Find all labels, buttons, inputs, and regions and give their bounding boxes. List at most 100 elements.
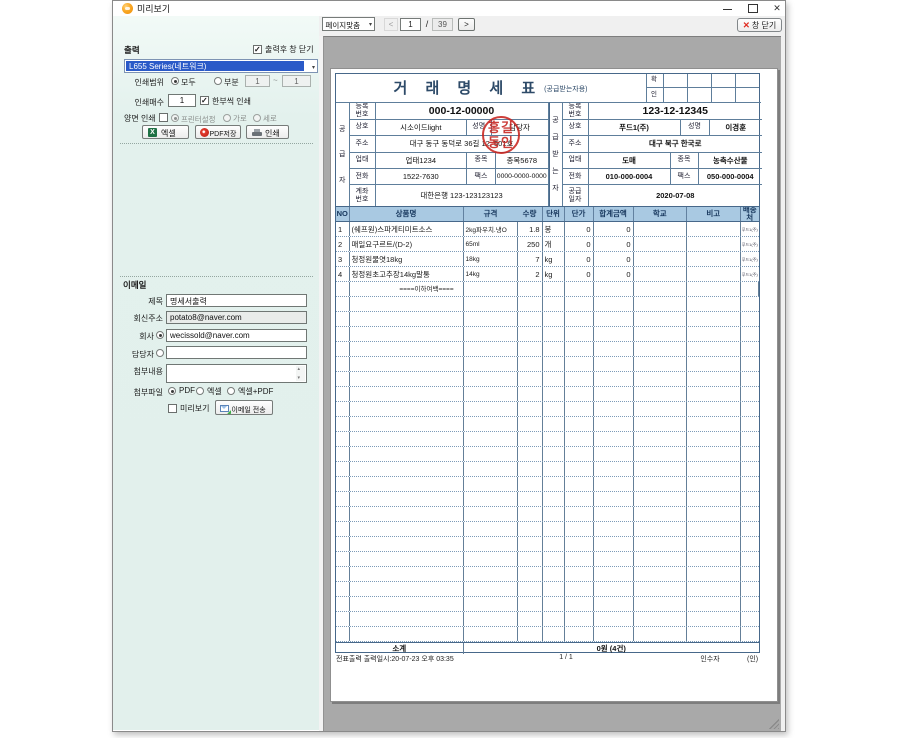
table-cell bbox=[741, 447, 760, 461]
textarea-scrollbar[interactable] bbox=[296, 366, 305, 381]
receiver-reg-label: 등록 번호 bbox=[563, 103, 589, 120]
table-cell: 1 bbox=[336, 222, 350, 236]
table-cell bbox=[543, 372, 565, 386]
manager-email-input[interactable] bbox=[166, 346, 307, 359]
column-header: 학교 bbox=[634, 207, 688, 222]
table-cell bbox=[634, 372, 688, 386]
close-after-output-checkbox[interactable] bbox=[253, 45, 262, 54]
maximize-button[interactable] bbox=[744, 1, 762, 16]
table-cell bbox=[741, 282, 760, 296]
table-cell bbox=[565, 372, 594, 386]
table-cell bbox=[634, 222, 688, 236]
items-body: 1(쉐프원)스파게티미트소스2kg파우치.냉O1.8봉00푸드1(주)2매일요구… bbox=[336, 222, 759, 642]
prev-page-button[interactable]: < bbox=[384, 18, 398, 31]
table-cell: 청정원초고추장14kg말통 bbox=[350, 267, 464, 281]
range-all-radio[interactable] bbox=[171, 77, 179, 85]
resize-grip[interactable] bbox=[769, 719, 779, 729]
company-label: 회사 bbox=[113, 331, 154, 342]
zoom-select[interactable]: 페이지맞춤 ▾ bbox=[322, 17, 375, 31]
table-row bbox=[336, 462, 759, 477]
duplex-printer-radio[interactable] bbox=[171, 114, 179, 122]
pdf-save-button[interactable]: PDF저장 bbox=[195, 125, 241, 139]
table-cell bbox=[634, 507, 688, 521]
close-window-button[interactable]: ✕창 닫기 bbox=[737, 18, 782, 32]
table-cell bbox=[687, 297, 741, 311]
current-page-input[interactable]: 1 bbox=[400, 18, 421, 31]
table-cell bbox=[543, 582, 565, 596]
table-cell bbox=[543, 342, 565, 356]
table-cell bbox=[464, 597, 518, 611]
table-cell bbox=[594, 342, 634, 356]
company-email-input[interactable]: wecissold@naver.com bbox=[166, 329, 307, 342]
table-cell bbox=[543, 447, 565, 461]
separator bbox=[120, 143, 313, 144]
next-page-button[interactable]: > bbox=[458, 18, 475, 31]
range-to-input[interactable]: 1 bbox=[282, 75, 311, 87]
manager-radio[interactable] bbox=[156, 349, 164, 357]
attach-excel-radio[interactable] bbox=[196, 387, 204, 395]
table-cell bbox=[350, 567, 464, 581]
subject-input[interactable]: 명세서출력 bbox=[166, 294, 307, 307]
table-cell bbox=[687, 582, 741, 596]
duplex-vertical-radio[interactable] bbox=[253, 114, 261, 122]
table-row bbox=[336, 387, 759, 402]
attach-excel-pdf-radio[interactable] bbox=[227, 387, 235, 395]
preview-checkbox[interactable] bbox=[168, 404, 177, 413]
table-cell bbox=[350, 627, 464, 641]
column-header: 단위 bbox=[543, 207, 565, 222]
table-cell bbox=[336, 522, 350, 536]
table-cell: 0 bbox=[565, 267, 594, 281]
minimize-button[interactable] bbox=[719, 1, 737, 16]
table-cell bbox=[350, 582, 464, 596]
table-cell bbox=[464, 582, 518, 596]
receiver-addr-value: 대구 북구 한국로 bbox=[589, 136, 763, 153]
table-cell: kg bbox=[543, 267, 565, 281]
table-cell: 0 bbox=[594, 222, 634, 236]
table-row bbox=[336, 327, 759, 342]
duplex-checkbox[interactable] bbox=[159, 113, 168, 122]
table-cell bbox=[565, 552, 594, 566]
excel-icon bbox=[148, 128, 157, 137]
table-cell bbox=[543, 612, 565, 626]
supplier-side-label: 공급자 bbox=[336, 103, 350, 207]
copies-input[interactable]: 1 bbox=[168, 94, 196, 107]
document-title-cell: 거 래 명 세 표 (공급받는자용) bbox=[336, 74, 645, 102]
table-cell: 0 bbox=[594, 267, 634, 281]
table-cell: 개 bbox=[543, 237, 565, 251]
range-part-radio[interactable] bbox=[214, 77, 222, 85]
attach-pdf-label: PDF bbox=[179, 386, 195, 395]
table-cell bbox=[543, 477, 565, 491]
collate-checkbox[interactable] bbox=[200, 96, 209, 105]
range-from-input[interactable]: 1 bbox=[245, 75, 270, 87]
title-bar[interactable]: 미리보기 bbox=[113, 1, 785, 16]
printer-selected-value: L655 Series(네트워크) bbox=[126, 61, 304, 71]
company-radio[interactable] bbox=[156, 331, 164, 339]
table-cell bbox=[687, 222, 741, 236]
close-button[interactable] bbox=[768, 1, 786, 16]
printer-select[interactable]: L655 Series(네트워크) ▾ bbox=[124, 59, 318, 73]
table-cell bbox=[634, 582, 688, 596]
table-cell bbox=[741, 597, 760, 611]
duplex-horizontal-radio[interactable] bbox=[223, 114, 231, 122]
table-cell bbox=[565, 492, 594, 506]
table-cell: 0 bbox=[594, 252, 634, 266]
attach-content-textarea[interactable] bbox=[166, 364, 307, 383]
manager-label: 담당자 bbox=[113, 349, 154, 360]
confirm-cell bbox=[663, 74, 687, 88]
table-cell: 푸드1(주) bbox=[741, 222, 760, 236]
duplex-printer-label: 프린터설정 bbox=[181, 114, 216, 125]
attach-pdf-radio[interactable] bbox=[168, 387, 176, 395]
excel-button[interactable]: 엑셀 bbox=[142, 125, 189, 139]
reply-address-input[interactable]: potato8@naver.com bbox=[166, 311, 307, 324]
supplier-item-label: 종목 bbox=[467, 153, 496, 169]
table-cell: 푸드1(주) bbox=[741, 252, 760, 266]
column-header: 상품명 bbox=[350, 207, 464, 222]
table-row bbox=[336, 492, 759, 507]
print-button[interactable]: 인쇄 bbox=[246, 125, 289, 139]
table-cell bbox=[594, 507, 634, 521]
table-cell bbox=[518, 297, 543, 311]
table-cell bbox=[687, 342, 741, 356]
table-cell bbox=[741, 387, 760, 401]
send-email-button[interactable]: 이메일 전송 bbox=[215, 400, 273, 415]
table-cell bbox=[350, 522, 464, 536]
